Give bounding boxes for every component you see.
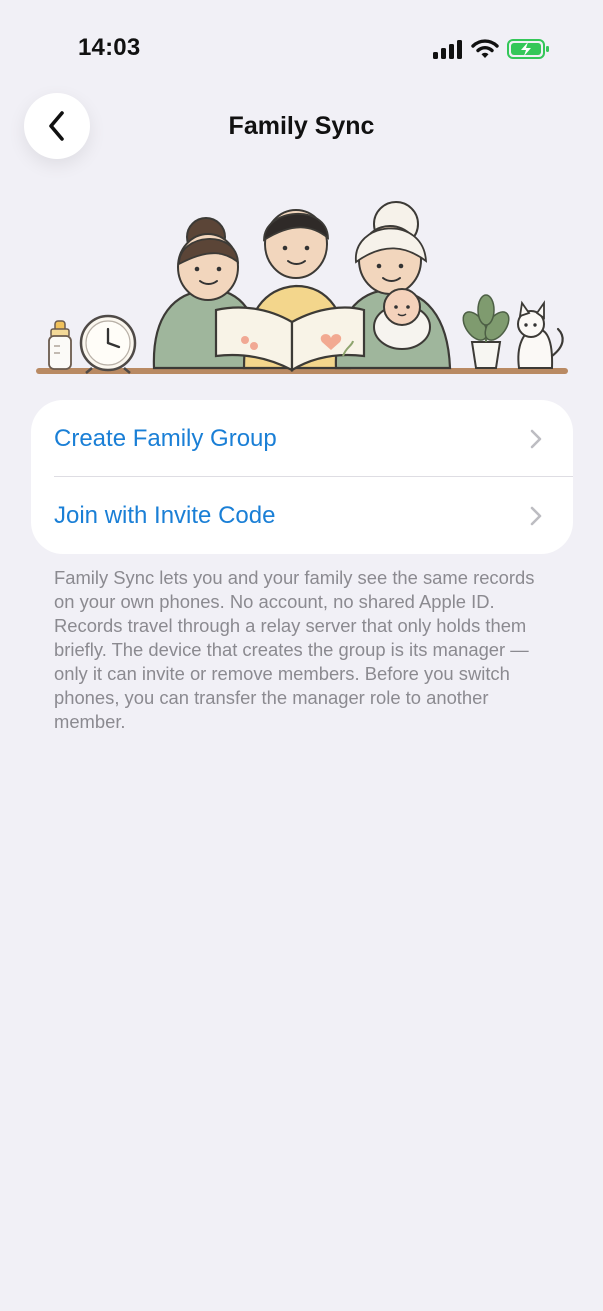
join-with-invite-code-row[interactable]: Join with Invite Code [31, 477, 573, 554]
family-illustration [34, 190, 570, 380]
battery-charging-icon [507, 39, 549, 59]
status-bar: 14:03 [0, 0, 603, 96]
create-family-group-label: Create Family Group [54, 424, 277, 452]
family-reading-illustration [36, 201, 568, 374]
cellular-signal-icon [433, 40, 462, 59]
clock-icon [79, 314, 137, 374]
potted-plant-icon [462, 294, 510, 369]
chevron-right-icon [530, 506, 542, 526]
status-time: 14:03 [78, 34, 141, 61]
cat-icon [517, 300, 564, 369]
navigation-bar: Family Sync [0, 92, 603, 162]
join-with-invite-code-label: Join with Invite Code [54, 501, 276, 529]
family-sync-options-card: Create Family Group Join with Invite Cod… [31, 400, 573, 554]
family-sync-description: Family Sync lets you and your family see… [54, 567, 535, 732]
status-icons [433, 38, 551, 60]
wifi-icon [471, 39, 499, 58]
page-title: Family Sync [228, 112, 375, 140]
baby-bottle-icon [48, 320, 72, 370]
chevron-right-icon [530, 429, 542, 449]
create-family-group-row[interactable]: Create Family Group [31, 400, 573, 477]
